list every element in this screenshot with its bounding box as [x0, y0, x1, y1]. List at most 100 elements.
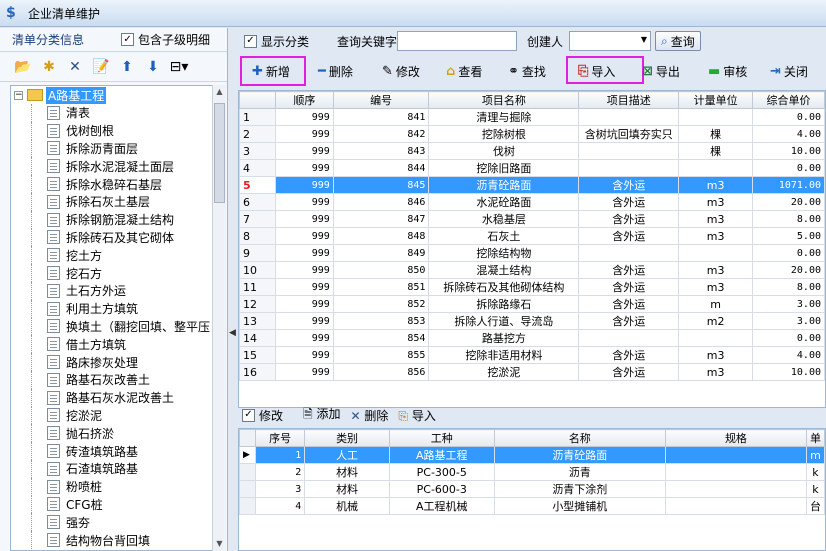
tree-item[interactable]: 结构物台背回填 — [11, 531, 213, 549]
table-cell-desc[interactable] — [578, 329, 680, 347]
table-cell-code[interactable]: 854 — [332, 329, 430, 347]
tree-item[interactable]: 拆除水泥混凝土面层 — [11, 157, 213, 175]
table-cell-price[interactable]: 8.00 — [752, 278, 825, 296]
table-cell-desc[interactable]: 含外运 — [578, 346, 680, 364]
table-cell-name[interactable]: 拆除人行道、导流岛 — [428, 312, 580, 330]
tree-item[interactable]: 石渣填筑路基 — [11, 459, 213, 478]
table-cell-name[interactable]: 路基挖方 — [428, 329, 580, 347]
table-cell-spec[interactable] — [664, 463, 807, 481]
table-cell-price[interactable]: 0.00 — [752, 108, 825, 126]
table-cell-seq[interactable]: 999 — [274, 363, 334, 381]
table-cell-unit[interactable] — [678, 329, 754, 347]
table-cell-name[interactable]: 小型摊铺机 — [493, 497, 666, 515]
table-cell-unit[interactable]: m — [678, 295, 754, 313]
collapse-arrow-icon[interactable]: ◀ — [229, 328, 236, 338]
table-cell-price[interactable]: 4.00 — [752, 346, 825, 364]
table-cell-price[interactable]: 0.00 — [752, 159, 825, 177]
table-cell-unit[interactable]: m3 — [678, 261, 754, 279]
tree-item[interactable]: 路床掺灰处理 — [11, 353, 213, 371]
column-header[interactable]: 规格 — [664, 429, 807, 447]
table-cell-seq[interactable]: 999 — [274, 346, 334, 364]
table-cell-desc[interactable] — [578, 159, 680, 177]
table-cell-unit[interactable]: m3 — [678, 227, 754, 245]
add-folder-icon[interactable]: 📂 — [14, 58, 32, 76]
scrollbar-thumb[interactable] — [214, 103, 225, 203]
new-button[interactable]: ✚ 新增 — [252, 59, 290, 83]
edit-button[interactable]: ✎ 修改 — [382, 59, 420, 83]
tree-item[interactable]: 拆除砖石及其它砌体 — [11, 228, 213, 247]
table-cell-price[interactable]: 8.00 — [752, 210, 825, 228]
table-row[interactable]: 14 999 854 路基挖方 0.00 — [239, 329, 825, 347]
table-cell-code[interactable]: 846 — [332, 193, 430, 211]
table-cell-unit[interactable] — [678, 108, 754, 126]
table-cell-name[interactable]: 水稳基层 — [428, 210, 580, 228]
table-cell-unit[interactable] — [678, 244, 754, 262]
table-cell-code[interactable]: 841 — [332, 108, 430, 126]
move-up-icon[interactable]: ⬆ — [118, 58, 136, 76]
table-cell-code[interactable]: 845 — [332, 176, 430, 194]
table-cell-desc[interactable]: 含外运 — [578, 295, 680, 313]
table-cell-desc[interactable]: 含外运 — [578, 363, 680, 381]
table-row[interactable]: ▶ 1 人工 A路基工程 沥青砼路面 m — [239, 446, 825, 464]
table-row[interactable]: 2 999 842 挖除树根 含树坑回填夯实只棵 4.00 — [239, 125, 825, 143]
table-cell-seq[interactable]: 999 — [274, 125, 334, 143]
table-cell-code[interactable]: 844 — [332, 159, 430, 177]
table-cell-seq[interactable]: 999 — [274, 176, 334, 194]
table-cell-unit[interactable]: m3 — [678, 176, 754, 194]
table-cell-price[interactable]: 10.00 — [752, 363, 825, 381]
table-cell-unit[interactable]: m2 — [678, 312, 754, 330]
table-cell-name[interactable]: 伐树 — [428, 142, 580, 160]
table-cell-name[interactable]: 挖淤泥 — [428, 363, 580, 381]
table-cell-desc[interactable] — [578, 244, 680, 262]
table-row[interactable]: 11 999 851 拆除砖石及其他砌体结构 含外运 m3 8.00 — [239, 278, 825, 296]
table-cell-name[interactable]: 沥青砼路面 — [493, 446, 666, 464]
find-button[interactable]: ⚭ 查找 — [508, 59, 546, 83]
table-cell-price[interactable]: 20.00 — [752, 193, 825, 211]
table-cell-unit[interactable]: 棵 — [678, 142, 754, 160]
table-cell-name[interactable]: 沥青下涂剂 — [493, 480, 666, 498]
table-row[interactable]: 1 999 841 清理与掘除 0.00 — [239, 108, 825, 126]
table-cell-type[interactable]: 材料 — [304, 480, 390, 498]
tree-item[interactable]: 拆除水稳碎石基层 — [11, 175, 213, 193]
table-cell-desc[interactable]: 含外运 — [578, 312, 680, 330]
tree-item[interactable]: 砖渣填筑路基 — [11, 442, 213, 460]
column-header[interactable]: 单 — [805, 429, 825, 447]
table-cell-spec[interactable] — [664, 480, 807, 498]
tree-item[interactable]: 路基石灰水泥改善土 — [11, 388, 213, 407]
table-cell-type[interactable]: 人工 — [304, 446, 390, 464]
table-cell-seq[interactable]: 999 — [274, 329, 334, 347]
table-cell-type[interactable]: 材料 — [304, 463, 390, 481]
table-cell-seq[interactable]: 999 — [274, 261, 334, 279]
table-cell-code[interactable]: 856 — [332, 363, 430, 381]
table-row[interactable]: 7 999 847 水稳基层 含外运 m3 8.00 — [239, 210, 825, 228]
table-cell-price[interactable]: 4.00 — [752, 125, 825, 143]
table-cell-name[interactable]: 沥青 — [493, 463, 666, 481]
table-cell-name[interactable]: 拆除砖石及其他砌体结构 — [428, 278, 580, 296]
table-cell-name[interactable]: 拆除路缘石 — [428, 295, 580, 313]
tree-item[interactable]: 粉喷桩 — [11, 477, 213, 496]
table-cell-price[interactable]: 0.00 — [752, 329, 825, 347]
table-cell-desc[interactable]: 含外运 — [578, 193, 680, 211]
tree-item[interactable]: 路基石灰改善土 — [11, 370, 213, 389]
table-cell-name[interactable]: 水泥砼路面 — [428, 193, 580, 211]
table-cell-unit[interactable]: m3 — [678, 193, 754, 211]
tree-item[interactable]: 拆除钢筋混凝土结构 — [11, 210, 213, 229]
delete-icon[interactable]: ✕ — [66, 58, 84, 76]
column-header[interactable]: 序号 — [254, 429, 306, 447]
scroll-down-icon[interactable]: ▼ — [213, 537, 226, 551]
panel-splitter[interactable]: ◀ — [229, 28, 237, 551]
tree-root-node[interactable]: − A路基工程 — [11, 86, 213, 104]
table-cell-price[interactable]: 3.00 — [752, 295, 825, 313]
table-row[interactable]: 4 999 844 挖除旧路面 0.00 — [239, 159, 825, 177]
tree-item[interactable]: 利用土方填筑 — [11, 299, 213, 318]
table-cell-seq[interactable]: 999 — [274, 193, 334, 211]
tree-item[interactable]: 挖淤泥 — [11, 406, 213, 425]
table-cell-seq[interactable]: 999 — [274, 244, 334, 262]
table-cell-seq[interactable]: 999 — [274, 278, 334, 296]
column-header[interactable]: 名称 — [493, 429, 666, 447]
column-header[interactable]: 编号 — [332, 91, 430, 109]
tree-item[interactable]: 挖土方 — [11, 246, 213, 264]
table-cell-name[interactable]: 混凝土结构 — [428, 261, 580, 279]
detail-import-button[interactable]: ⎘ 导入 — [398, 407, 435, 424]
table-cell-price[interactable]: 10.00 — [752, 142, 825, 160]
